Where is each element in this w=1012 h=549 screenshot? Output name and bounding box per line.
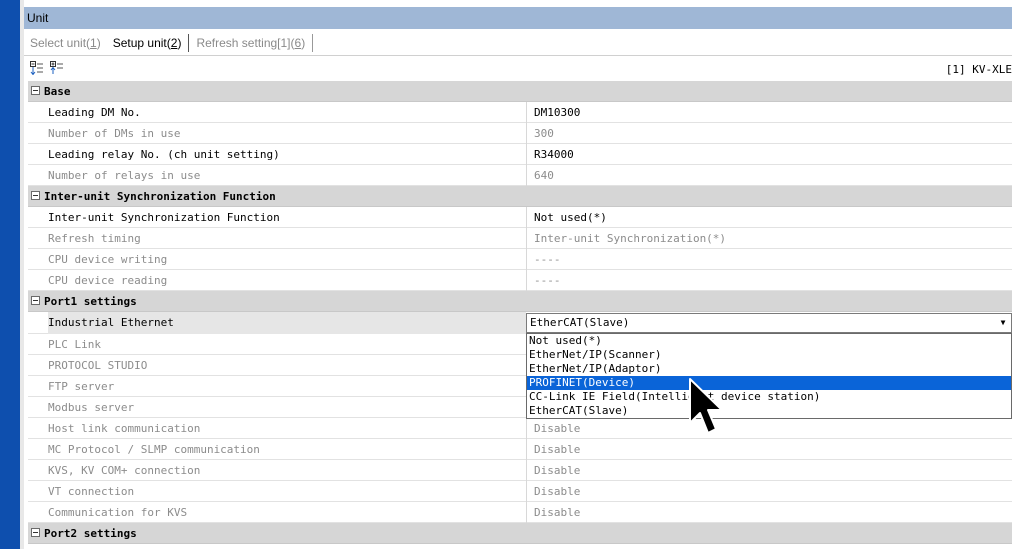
setting-row-num-dms: Number of DMs in use 300	[28, 123, 1012, 144]
setting-value: Disable	[526, 481, 1012, 502]
tab-setup-unit[interactable]: Setup unit(2)	[107, 34, 188, 52]
setting-value: ----	[526, 270, 1012, 291]
setting-value[interactable]: R34000	[526, 144, 1012, 165]
setting-name: FTP server	[48, 380, 115, 393]
setting-value: Inter-unit Synchronization(*)	[526, 228, 1012, 249]
dropdown-option-not-used[interactable]: Not used(*)	[527, 334, 1011, 348]
section-port2[interactable]: Port2 settings	[28, 523, 1012, 544]
setting-row-mc-protocol: MC Protocol / SLMP communication Disable	[28, 439, 1012, 460]
setting-name: CPU device writing	[48, 253, 168, 266]
tab-separator	[188, 33, 190, 52]
collapse-toggle-icon[interactable]	[31, 296, 40, 305]
setting-name: Leading relay No. (ch unit setting)	[48, 148, 280, 161]
tab-refresh-setting[interactable]: Refresh setting[1](6)	[190, 34, 311, 52]
setting-row-refresh-timing: Refresh timing Inter-unit Synchronization…	[28, 228, 1012, 249]
setting-row-num-relays: Number of relays in use 640	[28, 165, 1012, 186]
setting-value: Disable	[526, 502, 1012, 523]
collapse-all-icon[interactable]	[30, 61, 44, 75]
section-base[interactable]: Base	[28, 81, 1012, 102]
window-title-bar: Unit	[24, 7, 1012, 29]
window-title: Unit	[27, 11, 49, 25]
setting-row-vt-connection: VT connection Disable	[28, 481, 1012, 502]
collapse-toggle-icon[interactable]	[31, 191, 40, 200]
tab-select-unit[interactable]: Select unit(1)	[24, 34, 107, 52]
tab-bar: Select unit(1) Setup unit(2) Refresh set…	[24, 30, 1012, 56]
dropdown-option-profinet-device[interactable]: PROFINET(Device)	[527, 376, 1011, 390]
setting-row-cpu-writing: CPU device writing ----	[28, 249, 1012, 270]
setting-value: Disable	[526, 439, 1012, 460]
combobox-selected-value: EtherCAT(Slave)	[530, 316, 630, 329]
collapse-toggle-icon[interactable]	[31, 528, 40, 537]
dropdown-option-cc-link-ie-field[interactable]: CC-Link IE Field(Intelligent device stat…	[527, 390, 1011, 404]
dropdown-option-ethernet-ip-adaptor[interactable]: EtherNet/IP(Adaptor)	[527, 362, 1011, 376]
setting-name: Communication for KVS	[48, 506, 188, 519]
unit-label: [1] KV-XLE	[945, 63, 1012, 76]
setting-name: Industrial Ethernet	[48, 312, 526, 334]
setting-name: Leading DM No.	[48, 106, 141, 119]
setting-row-sync-function[interactable]: Inter-unit Synchronization Function Not u…	[28, 207, 1012, 228]
setting-name: KVS, KV COM+ connection	[48, 464, 201, 477]
setting-value: 640	[526, 165, 1012, 186]
setting-row-leading-dm[interactable]: Leading DM No. DM10300	[28, 102, 1012, 123]
setting-name: PROTOCOL STUDIO	[48, 359, 148, 372]
tab-separator	[312, 33, 314, 52]
setting-name: Inter-unit Synchronization Function	[48, 211, 280, 224]
setting-row-host-link: Host link communication Disable	[28, 418, 1012, 439]
dropdown-option-ethernet-ip-scanner[interactable]: EtherNet/IP(Scanner)	[527, 348, 1011, 362]
setting-value: ----	[526, 249, 1012, 270]
section-sync[interactable]: Inter-unit Synchronization Function	[28, 186, 1012, 207]
setting-name: Refresh timing	[48, 232, 141, 245]
setting-value: Disable	[526, 460, 1012, 481]
section-title: Port2 settings	[44, 527, 137, 540]
expand-all-icon[interactable]	[50, 61, 64, 75]
setting-name: Number of DMs in use	[48, 127, 181, 140]
setting-value[interactable]: Not used(*)	[526, 207, 1012, 228]
setting-row-leading-relay[interactable]: Leading relay No. (ch unit setting) R3400…	[28, 144, 1012, 165]
left-window-border	[20, 0, 24, 549]
setting-name: VT connection	[48, 485, 135, 498]
setting-name: Number of relays in use	[48, 169, 201, 182]
setting-name: PLC Link	[48, 338, 101, 351]
setting-value: Disable	[526, 418, 1012, 439]
setting-name: Host link communication	[48, 422, 201, 435]
setting-value: 300	[526, 123, 1012, 144]
setting-row-kvs-connection: KVS, KV COM+ connection Disable	[28, 460, 1012, 481]
toolbar: [1] KV-XLE	[24, 57, 1012, 81]
section-title: Inter-unit Synchronization Function	[44, 190, 276, 203]
setting-name: MC Protocol / SLMP communication	[48, 443, 260, 456]
setting-row-cpu-reading: CPU device reading ----	[28, 270, 1012, 291]
setting-value[interactable]: DM10300	[526, 102, 1012, 123]
industrial-ethernet-combobox[interactable]: EtherCAT(Slave) ▼	[526, 313, 1012, 333]
top-margin	[24, 0, 1012, 7]
setting-name: Modbus server	[48, 401, 135, 414]
setting-row-comm-kvs: Communication for KVS Disable	[28, 502, 1012, 523]
section-port1[interactable]: Port1 settings	[28, 291, 1012, 312]
left-window-strip	[0, 0, 20, 549]
dropdown-arrow-icon[interactable]: ▼	[995, 314, 1011, 332]
dropdown-option-ethercat-slave[interactable]: EtherCAT(Slave)	[527, 404, 1011, 418]
mouse-pointer-icon	[689, 378, 723, 434]
section-title: Port1 settings	[44, 295, 137, 308]
industrial-ethernet-dropdown-list: Not used(*) EtherNet/IP(Scanner) EtherNe…	[526, 333, 1012, 419]
section-title: Base	[44, 85, 71, 98]
setting-name: CPU device reading	[48, 274, 168, 287]
collapse-toggle-icon[interactable]	[31, 86, 40, 95]
